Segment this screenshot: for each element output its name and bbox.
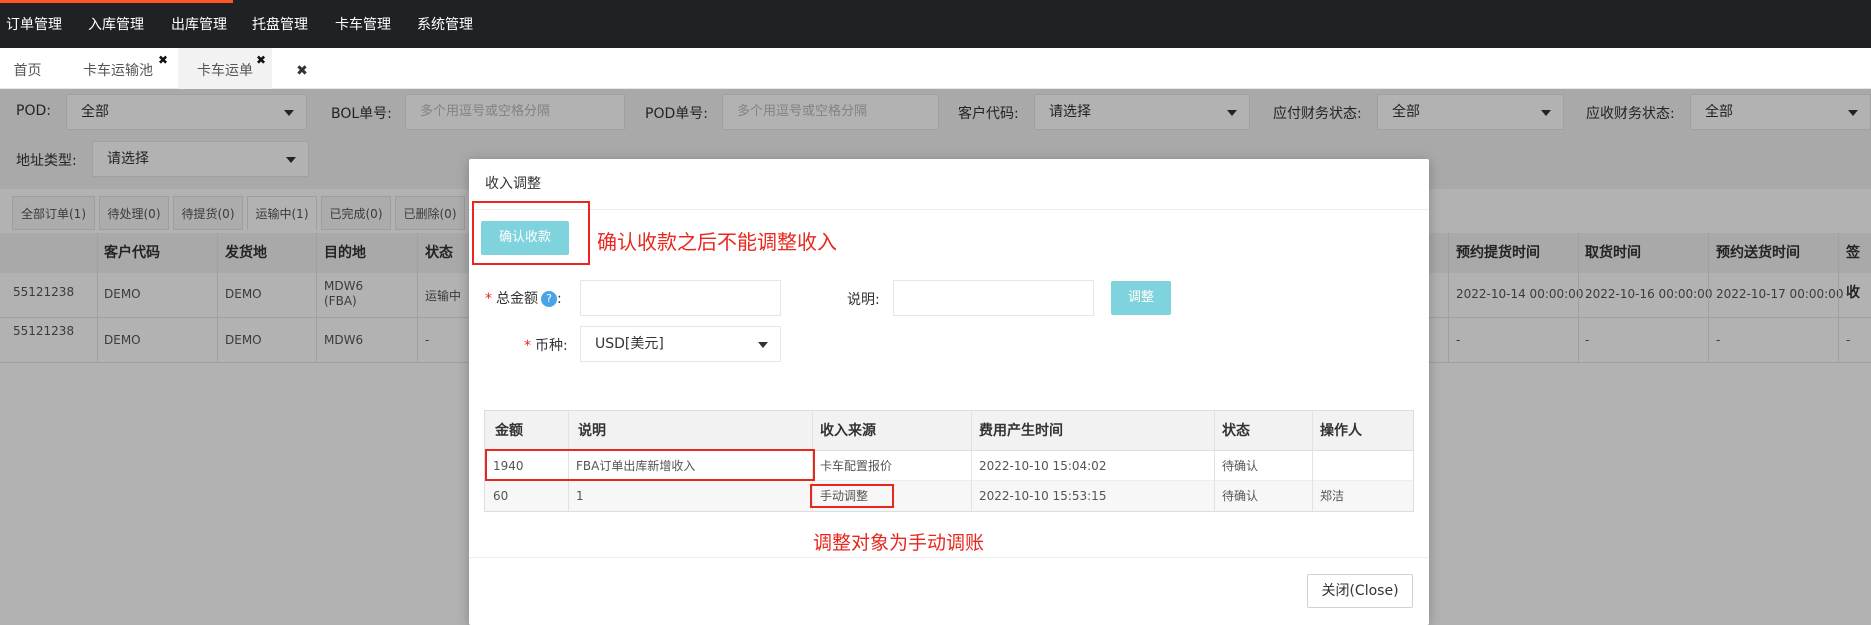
- currency-label: * 币种:: [524, 335, 568, 355]
- annotation-box: [485, 449, 815, 481]
- divider: [469, 557, 1429, 558]
- column-divider: [1214, 411, 1215, 511]
- cell-income-source: 卡车配置报价: [820, 459, 893, 473]
- tab-truck-pool[interactable]: 卡车运输池 ✖: [62, 48, 174, 89]
- total-amount-input[interactable]: [580, 280, 781, 316]
- annotation-confirm-note: 确认收款之后不能调整收入: [597, 230, 837, 254]
- col-description: 说明: [578, 423, 606, 439]
- required-mark: *: [524, 338, 531, 354]
- col-fee-time: 费用产生时间: [979, 423, 1063, 439]
- confirm-payment-button[interactable]: 确认收款: [481, 221, 569, 255]
- cell-fee-time: 2022-10-10 15:53:15: [979, 489, 1107, 503]
- page-tab-bar: 首页 卡车运输池 ✖ 卡车运单 ✖ ✖: [0, 48, 1871, 89]
- column-divider: [971, 411, 972, 511]
- currency-value: USD[美元]: [595, 336, 664, 352]
- cell-status: 待确认: [1222, 489, 1259, 503]
- column-divider: [1312, 411, 1313, 511]
- tab-truck-waybill[interactable]: 卡车运单 ✖: [178, 48, 272, 89]
- nav-outbound-management[interactable]: 出库管理: [171, 0, 227, 48]
- table-header-row: [485, 411, 1413, 451]
- cell-operator: 郑洁: [1320, 489, 1345, 503]
- nav-order-management[interactable]: 订单管理: [6, 0, 62, 48]
- close-icon[interactable]: ✖: [158, 54, 168, 66]
- currency-text: 币种:: [535, 338, 568, 354]
- adjust-button[interactable]: 调整: [1111, 281, 1171, 315]
- tab-label: 卡车运输池: [83, 63, 153, 79]
- caret-down-icon: [758, 342, 768, 348]
- colon: :: [557, 291, 562, 307]
- cell-amount: 60: [493, 489, 509, 503]
- table-row[interactable]: [485, 481, 1413, 511]
- nav-system-management[interactable]: 系统管理: [417, 0, 473, 48]
- col-income-source: 收入来源: [820, 423, 876, 439]
- cell-description: 1: [576, 489, 584, 503]
- cell-status: 待确认: [1222, 459, 1259, 473]
- description-input[interactable]: [893, 280, 1094, 316]
- annotation-box: [810, 484, 894, 508]
- close-button[interactable]: 关闭(Close): [1307, 574, 1413, 608]
- cell-fee-time: 2022-10-10 15:04:02: [979, 459, 1107, 473]
- tab-label: 卡车运单: [197, 63, 253, 79]
- col-operator: 操作人: [1320, 423, 1362, 439]
- col-status: 状态: [1222, 423, 1250, 439]
- annotation-manual-note: 调整对象为手动调账: [813, 532, 985, 554]
- tab-home[interactable]: 首页: [0, 48, 55, 89]
- total-amount-text: 总金额: [496, 291, 538, 307]
- currency-select[interactable]: USD[美元]: [580, 326, 781, 362]
- divider: [469, 209, 1429, 210]
- description-label: 说明:: [847, 292, 880, 308]
- nav-pallet-management[interactable]: 托盘管理: [252, 0, 308, 48]
- income-adjust-modal: 收入调整 确认收款 确认收款之后不能调整收入 * 总金额?: 说明: 调整 * 币种…: [469, 159, 1429, 625]
- col-amount: 金额: [495, 423, 523, 439]
- total-amount-label: * 总金额?:: [485, 288, 562, 308]
- close-icon[interactable]: ✖: [256, 54, 266, 66]
- help-icon[interactable]: ?: [541, 291, 557, 307]
- nav-truck-management[interactable]: 卡车管理: [335, 0, 391, 48]
- required-mark: *: [485, 291, 492, 307]
- nav-inbound-management[interactable]: 入库管理: [88, 0, 144, 48]
- top-nav: 订单管理 入库管理 出库管理 托盘管理 卡车管理 系统管理: [0, 0, 1871, 48]
- close-all-tabs-icon[interactable]: ✖: [278, 48, 326, 89]
